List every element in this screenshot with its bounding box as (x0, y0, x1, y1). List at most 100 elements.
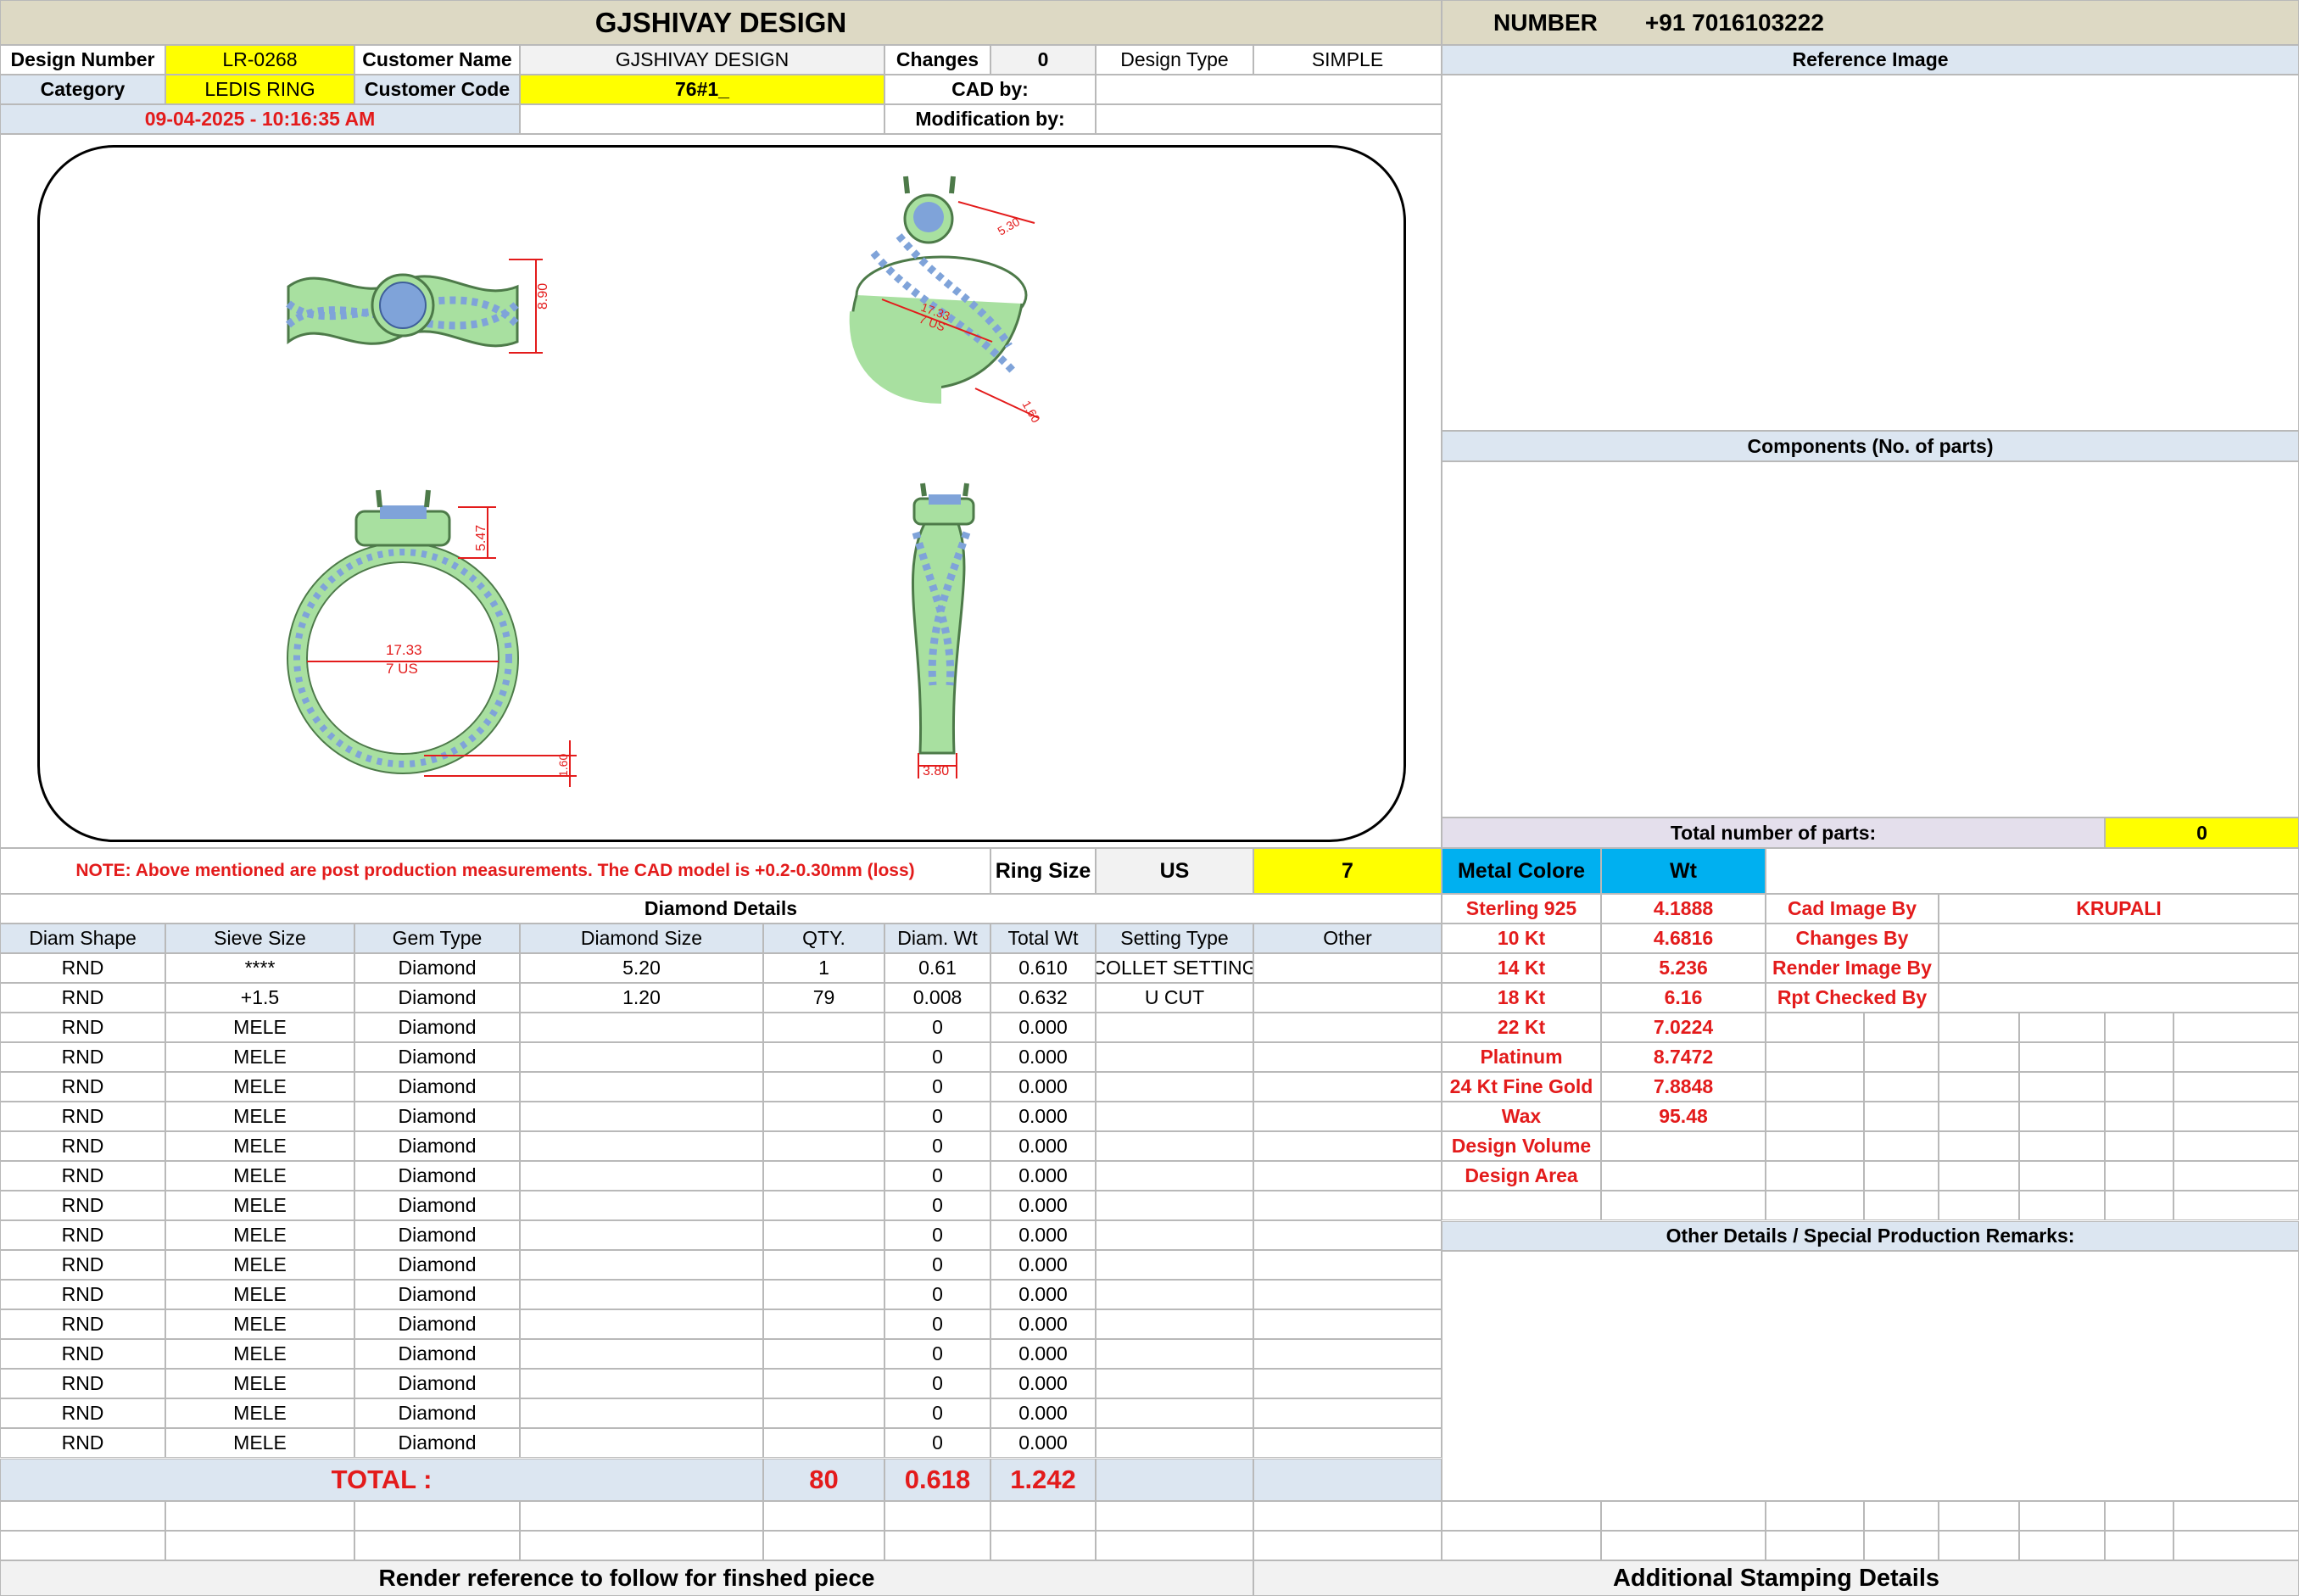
diamond-cell (1253, 1220, 1442, 1250)
diamond-cell: RND (0, 983, 165, 1013)
diamond-cell: RND (0, 1369, 165, 1398)
cad-by-label: CAD by: (884, 75, 1096, 104)
diamond-cell: MELE (165, 1191, 354, 1220)
diamond-cell: 0.000 (990, 1398, 1096, 1428)
metal-name (1442, 1191, 1601, 1220)
metal-grid-cell (2105, 1042, 2173, 1072)
diamond-cell: MELE (165, 1309, 354, 1339)
diamond-cell (763, 1369, 884, 1398)
dim-front-height: 5.47 (474, 525, 488, 551)
credit-label: Cad Image By (1766, 894, 1939, 924)
diamond-cell: MELE (165, 1428, 354, 1458)
credit-label: Render Image By (1766, 953, 1939, 983)
diamond-cell (763, 1428, 884, 1458)
metal-grid-cell (2173, 1191, 2299, 1220)
diamond-cell (1253, 1398, 1442, 1428)
empty-grid-cell (763, 1531, 884, 1560)
diamond-cell: RND (0, 1042, 165, 1072)
diamond-cell: RND (0, 1013, 165, 1042)
number-value: +91 7016103222 (1644, 8, 1824, 36)
diamond-cell: 0.000 (990, 1131, 1096, 1161)
metal-weight: 7.0224 (1601, 1013, 1766, 1042)
diamond-cell (1096, 1220, 1253, 1250)
diamond-cell (1253, 1161, 1442, 1191)
metal-weight (1601, 1161, 1766, 1191)
metal-name: 18 Kt (1442, 983, 1601, 1013)
metal-grid-cell (1864, 1013, 1939, 1042)
diamond-cell: 0.000 (990, 1102, 1096, 1131)
empty-grid-cell (354, 1501, 520, 1531)
diamond-cell: Diamond (354, 1102, 520, 1131)
diamond-cell (763, 1220, 884, 1250)
empty-grid-cell (1253, 1531, 1442, 1560)
customer-name-value: GJSHIVAY DESIGN (520, 45, 884, 75)
diamond-cell (1253, 1072, 1442, 1102)
dim-front-ring-size: 7 US (386, 661, 418, 677)
metal-weight: 4.1888 (1601, 894, 1766, 924)
diamond-cell: Diamond (354, 1339, 520, 1369)
metal-grid-cell (2019, 1072, 2105, 1102)
category-value: LEDIS RING (165, 75, 354, 104)
diamond-cell: 79 (763, 983, 884, 1013)
timestamp: 09-04-2025 - 10:16:35 AM (0, 104, 520, 134)
metal-grid-cell (1766, 1013, 1864, 1042)
diamond-cell: MELE (165, 1220, 354, 1250)
diamond-cell: 5.20 (520, 953, 763, 983)
credit-value (1939, 983, 2299, 1013)
diamond-cell: RND (0, 1398, 165, 1428)
metal-color-label: Metal Colore (1442, 848, 1601, 894)
diamond-cell (1253, 1428, 1442, 1458)
diamond-cell (1096, 1250, 1253, 1280)
diamond-cell: 0.000 (990, 1369, 1096, 1398)
diamond-cell: 0 (884, 1042, 990, 1072)
diamond-cell: 1.20 (520, 983, 763, 1013)
category-label: Category (0, 75, 165, 104)
design-type-value: SIMPLE (1253, 45, 1442, 75)
metal-grid-cell (2019, 1191, 2105, 1220)
diamond-cell: Diamond (354, 1309, 520, 1339)
components-header: Components (No. of parts) (1442, 431, 2299, 461)
diamond-cell (1253, 953, 1442, 983)
ring-top-view: 8.90 (285, 259, 550, 354)
empty-grid-cell (165, 1501, 354, 1531)
diamond-cell: RND (0, 1131, 165, 1161)
diamond-cell (520, 1309, 763, 1339)
dim-front-diameter: 17.33 (386, 642, 422, 658)
empty-grid-cell (1096, 1501, 1253, 1531)
metal-name: 22 Kt (1442, 1013, 1601, 1042)
empty-grid-cell (520, 1531, 763, 1560)
diamond-cell: Diamond (354, 1280, 520, 1309)
credit-value: KRUPALI (1939, 894, 2299, 924)
ring-size-unit: US (1096, 848, 1253, 894)
diamond-col-header: QTY. (763, 924, 884, 953)
empty-grid-cell (1864, 1531, 1939, 1560)
diamond-cell (1096, 1102, 1253, 1131)
metal-grid-cell (2019, 1161, 2105, 1191)
metal-header-spacer (1766, 848, 2299, 894)
diamond-cell (1253, 1042, 1442, 1072)
empty-grid-cell (763, 1501, 884, 1531)
changes-value: 0 (990, 45, 1096, 75)
empty-grid-cell (1766, 1501, 1864, 1531)
total-label: TOTAL : (0, 1459, 763, 1501)
diamond-cell: MELE (165, 1072, 354, 1102)
diamond-cell (1253, 983, 1442, 1013)
empty-grid-cell (1442, 1501, 1601, 1531)
ring-side-view: 3.80 (911, 483, 975, 778)
metal-grid-cell (1766, 1072, 1864, 1102)
diamond-cell (1096, 1161, 1253, 1191)
diamond-cell: MELE (165, 1131, 354, 1161)
metal-grid-cell (1766, 1131, 1864, 1161)
diamond-cell (520, 1280, 763, 1309)
diamond-cell: Diamond (354, 1013, 520, 1042)
design-number-label: Design Number (0, 45, 165, 75)
diamond-cell: MELE (165, 1369, 354, 1398)
diamond-cell: 0 (884, 1013, 990, 1042)
diamond-cell: 0 (884, 1072, 990, 1102)
empty-grid-cell (2019, 1531, 2105, 1560)
diamond-cell (1253, 1013, 1442, 1042)
diamond-cell: RND (0, 1280, 165, 1309)
diamond-cell (1253, 1369, 1442, 1398)
diamond-cell: RND (0, 1161, 165, 1191)
diamond-cell: 0.632 (990, 983, 1096, 1013)
